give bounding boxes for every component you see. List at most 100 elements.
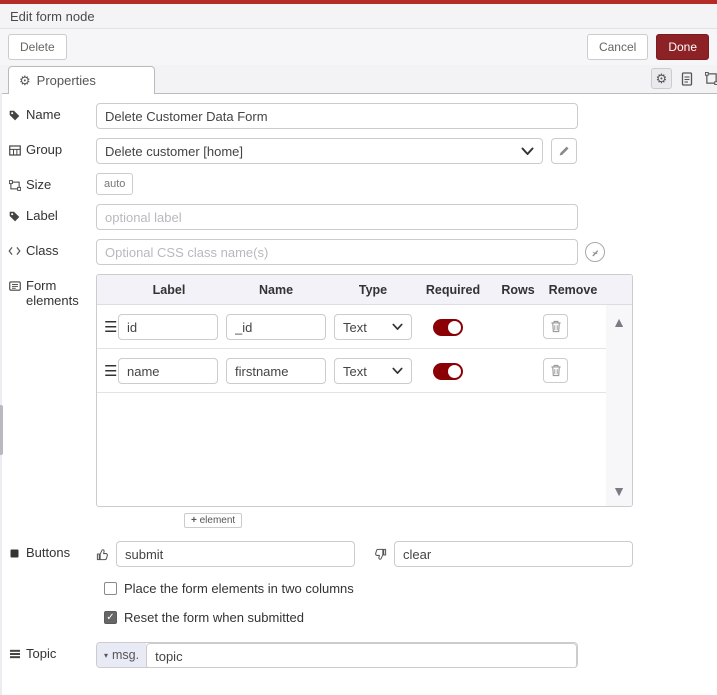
element-type-select[interactable]: Text (334, 314, 412, 340)
label-input[interactable] (96, 204, 578, 230)
label-label: Label (8, 204, 96, 224)
class-style-button[interactable] (585, 242, 605, 262)
caret-down-icon: ▾ (104, 650, 109, 660)
dialog-title: Edit form node (10, 8, 95, 24)
properties-tab-button[interactable]: ⚙ (651, 68, 672, 89)
topic-row: Topic ▾ msg. (8, 642, 717, 668)
element-name-input[interactable] (226, 314, 326, 340)
done-button[interactable]: Done (656, 34, 709, 60)
name-input[interactable] (96, 103, 578, 129)
table-scrollbar[interactable]: ▲ ▼ (606, 305, 632, 506)
drag-handle-icon[interactable]: ☰ (104, 362, 117, 380)
remove-element-button[interactable] (543, 358, 568, 383)
form-elements-label: Form elements (8, 274, 96, 309)
group-row: Group Delete customer [home] (8, 138, 717, 164)
two-columns-checkbox-row[interactable]: Place the form elements in two columns (104, 581, 717, 596)
document-icon (681, 71, 693, 86)
required-toggle[interactable] (433, 319, 463, 336)
toggle-knob (448, 321, 461, 334)
size-button[interactable]: auto (96, 173, 134, 195)
trash-icon (550, 364, 562, 377)
checkbox-label: Reset the form when submitted (124, 610, 304, 625)
object-group-icon (8, 180, 21, 191)
tag-icon (8, 211, 21, 222)
checkbox-label: Place the form elements in two columns (124, 581, 354, 596)
buttons-row: Buttons (8, 541, 717, 567)
checkbox-icon[interactable]: ✓ (104, 611, 117, 624)
table-row: ☰ Text (97, 305, 632, 349)
edit-group-button[interactable] (551, 138, 577, 164)
topic-input[interactable] (146, 643, 577, 667)
column-header-rows: Rows (501, 283, 535, 297)
left-edge-strip (0, 93, 2, 695)
group-label: Group (8, 138, 96, 158)
remove-element-button[interactable] (543, 314, 568, 339)
chevron-down-icon (392, 323, 403, 331)
column-header-required: Required (425, 283, 481, 297)
size-label: Size (8, 173, 96, 193)
appearance-icon (705, 72, 717, 85)
topic-typed-input: ▾ msg. (96, 642, 578, 668)
pencil-icon (558, 145, 570, 157)
submit-button-label-input[interactable] (116, 541, 355, 567)
tab-properties[interactable]: ⚙ Properties (8, 66, 155, 94)
square-icon (8, 549, 21, 558)
add-element-button[interactable]: + element (184, 513, 243, 528)
delete-button[interactable]: Delete (8, 34, 67, 60)
label-row: Label (8, 204, 717, 230)
topic-label: Topic (8, 642, 96, 662)
tag-icon (8, 110, 21, 121)
element-name-input[interactable] (226, 358, 326, 384)
brush-icon (591, 248, 600, 257)
column-header-label: Label (152, 283, 186, 297)
clear-button-label-input[interactable] (394, 541, 633, 567)
appearance-tab-button[interactable] (701, 68, 717, 89)
element-label-input[interactable] (118, 358, 218, 384)
tasks-icon (8, 649, 21, 659)
form-elements-row: Form elements Label Name Type Required Ro… (8, 274, 717, 528)
thumbs-down-icon (374, 548, 387, 561)
column-header-name: Name (258, 283, 294, 297)
checkbox-icon[interactable] (104, 582, 117, 595)
reset-form-checkbox-row[interactable]: ✓ Reset the form when submitted (104, 610, 717, 625)
tab-bar: ⚙ Properties ⚙ (0, 65, 717, 94)
tab-properties-label: Properties (36, 73, 96, 88)
column-header-remove: Remove (548, 283, 598, 297)
thumbs-up-icon (96, 548, 109, 561)
properties-panel: Name Group Delete customer [home] (0, 94, 717, 668)
name-row: Name (8, 103, 717, 129)
element-label-input[interactable] (118, 314, 218, 340)
class-row: Class (8, 239, 717, 265)
cancel-button[interactable]: Cancel (586, 34, 649, 60)
list-alt-icon (8, 281, 21, 291)
element-type-select[interactable]: Text (334, 358, 412, 384)
trash-icon (550, 320, 562, 333)
drag-handle-icon[interactable]: ☰ (104, 318, 117, 336)
chevron-down-icon (392, 367, 403, 375)
scroll-down-icon[interactable]: ▼ (612, 484, 626, 498)
form-elements-table: Label Name Type Required Rows Remove ☰ T… (96, 274, 633, 507)
gear-icon: ⚙ (655, 71, 668, 86)
table-row: ☰ Text (97, 349, 632, 393)
dialog-toolbar: Delete Cancel Done (0, 29, 717, 65)
chevron-down-icon (521, 147, 534, 156)
required-toggle[interactable] (433, 363, 463, 380)
table-header: Label Name Type Required Rows Remove (97, 275, 632, 305)
dialog-header: Edit form node (0, 4, 717, 29)
sidebar-resize-handle[interactable] (0, 405, 3, 455)
typed-input-type-select[interactable]: ▾ msg. (97, 643, 147, 667)
code-icon (8, 246, 21, 256)
table-body: ☰ Text (97, 305, 632, 506)
class-input[interactable] (96, 239, 578, 265)
toggle-knob (448, 365, 461, 378)
table-icon (8, 145, 21, 156)
description-tab-button[interactable] (676, 68, 697, 89)
name-label: Name (8, 103, 96, 123)
scroll-up-icon[interactable]: ▲ (612, 315, 626, 329)
buttons-label: Buttons (8, 541, 96, 561)
column-header-type: Type (358, 283, 388, 297)
group-select[interactable]: Delete customer [home] (96, 138, 543, 164)
size-row: Size auto (8, 173, 717, 195)
class-label: Class (8, 239, 96, 259)
gear-icon: ⚙ (19, 73, 31, 88)
